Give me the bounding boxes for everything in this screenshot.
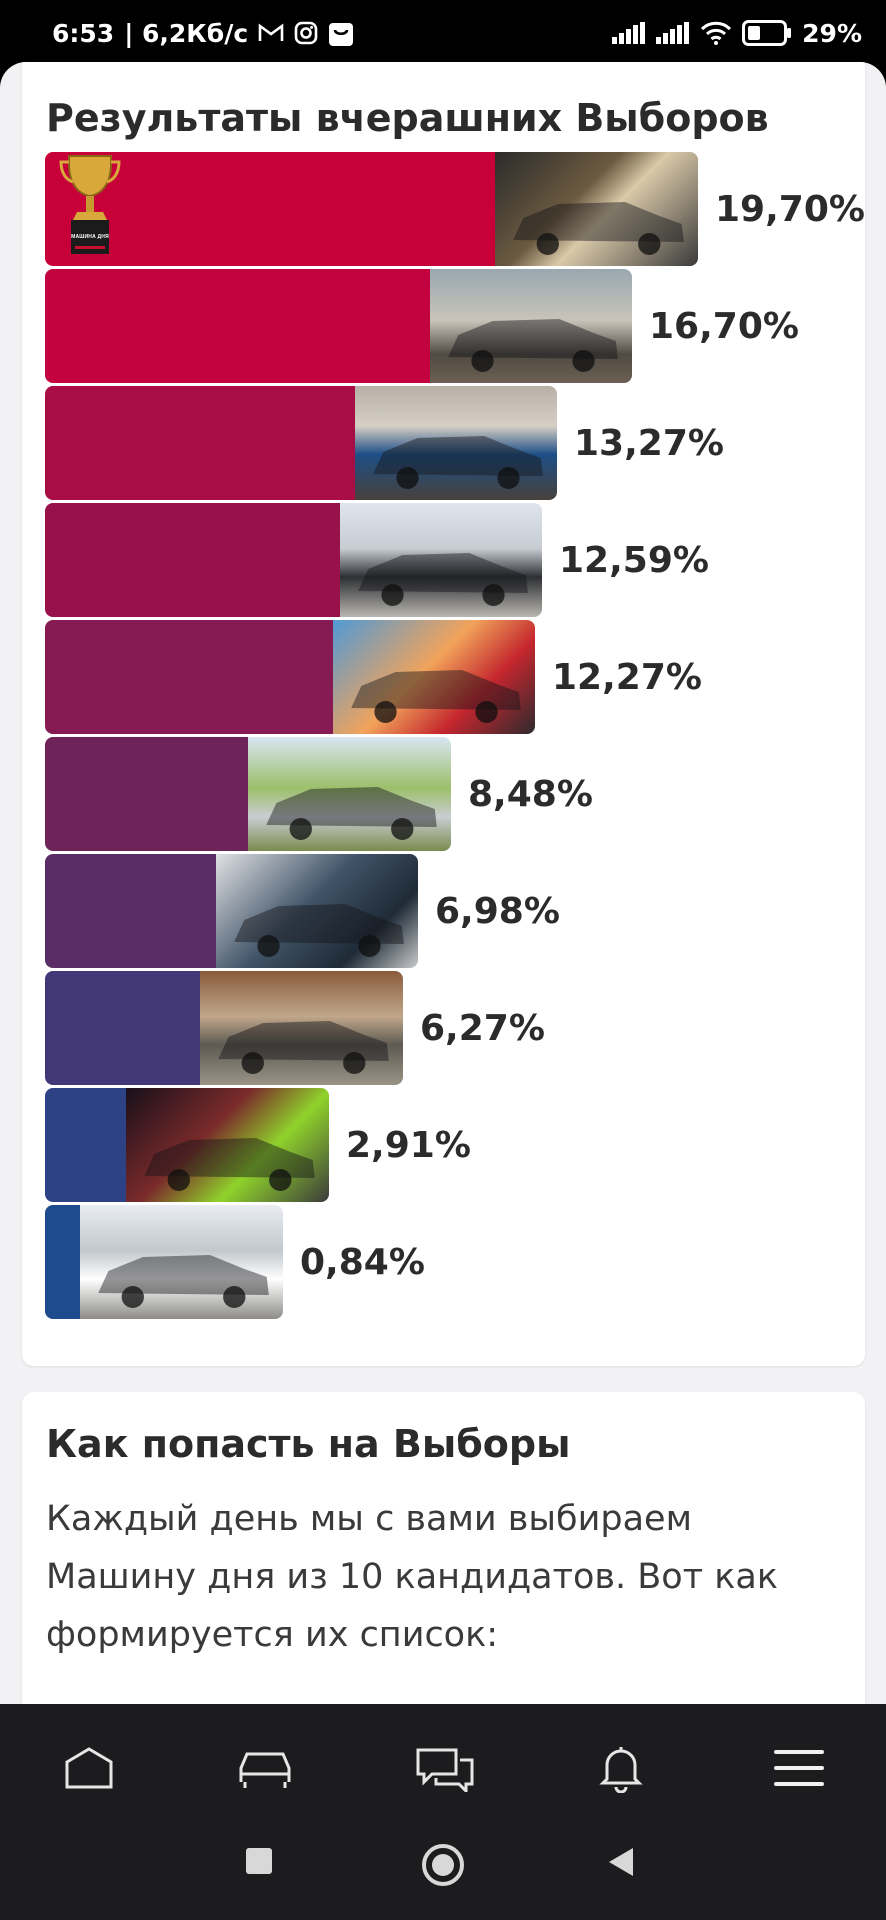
bar-fill bbox=[45, 854, 216, 968]
car-photo bbox=[80, 1205, 283, 1319]
car-icon[interactable] bbox=[232, 1740, 298, 1796]
result-bar[interactable] bbox=[45, 269, 632, 383]
result-row[interactable]: 6,98% bbox=[45, 854, 560, 968]
result-bar[interactable] bbox=[45, 854, 418, 968]
car-silhouette bbox=[234, 904, 404, 957]
status-right: 29% bbox=[612, 19, 862, 48]
battery-level: 29% bbox=[802, 18, 862, 48]
signal-icon bbox=[612, 22, 646, 44]
status-time: 6:53 bbox=[52, 18, 115, 48]
bar-fill bbox=[45, 737, 248, 851]
result-bar[interactable] bbox=[45, 620, 535, 734]
bar-fill bbox=[45, 1205, 80, 1319]
page-content: Результаты вчерашних Выборов МАШИНА ДНЯ 1… bbox=[0, 62, 886, 1704]
result-row[interactable]: 2,91% bbox=[45, 1088, 471, 1202]
result-bar[interactable] bbox=[45, 737, 451, 851]
status-left: 6:53 | 6,2Кб/с bbox=[52, 19, 354, 48]
result-bar[interactable]: МАШИНА ДНЯ bbox=[45, 152, 698, 266]
result-percentage: 6,98% bbox=[435, 890, 560, 932]
bottom-navigation bbox=[0, 1704, 886, 1920]
car-silhouette bbox=[98, 1255, 269, 1308]
result-row[interactable]: МАШИНА ДНЯ 19,70% bbox=[45, 152, 865, 266]
bar-fill bbox=[45, 386, 355, 500]
result-bar[interactable] bbox=[45, 1088, 329, 1202]
battery-icon bbox=[742, 20, 792, 46]
result-bar[interactable] bbox=[45, 503, 542, 617]
results-title: Результаты вчерашних Выборов bbox=[46, 96, 769, 140]
car-silhouette bbox=[351, 670, 521, 723]
car-photo bbox=[216, 854, 418, 968]
car-photo bbox=[430, 269, 632, 383]
info-title: Как попасть на Выборы bbox=[46, 1422, 571, 1466]
back-button[interactable] bbox=[606, 1846, 636, 1878]
result-percentage: 12,27% bbox=[552, 656, 702, 698]
result-bar[interactable] bbox=[45, 386, 557, 500]
result-row[interactable]: 0,84% bbox=[45, 1205, 425, 1319]
result-row[interactable]: 8,48% bbox=[45, 737, 593, 851]
result-percentage: 2,91% bbox=[346, 1124, 471, 1166]
signal-icon bbox=[656, 22, 690, 44]
car-photo bbox=[333, 620, 535, 734]
bar-fill bbox=[45, 503, 340, 617]
bar-fill bbox=[45, 1088, 126, 1202]
result-row[interactable]: 12,27% bbox=[45, 620, 702, 734]
bar-fill bbox=[45, 269, 430, 383]
result-row[interactable]: 12,59% bbox=[45, 503, 709, 617]
menu-icon[interactable] bbox=[766, 1740, 832, 1796]
car-photo bbox=[126, 1088, 329, 1202]
car-silhouette bbox=[144, 1138, 315, 1191]
result-percentage: 8,48% bbox=[468, 773, 593, 815]
result-bar[interactable] bbox=[45, 1205, 283, 1319]
car-silhouette bbox=[218, 1021, 389, 1074]
car-photo bbox=[495, 152, 698, 266]
wifi-icon bbox=[700, 21, 732, 45]
result-percentage: 13,27% bbox=[574, 422, 724, 464]
home-icon[interactable] bbox=[56, 1740, 122, 1796]
status-network-speed: | 6,2Кб/с bbox=[124, 18, 249, 48]
shopping-bag-icon bbox=[328, 19, 354, 47]
car-photo bbox=[248, 737, 451, 851]
car-photo bbox=[355, 386, 557, 500]
car-silhouette bbox=[373, 436, 543, 489]
bar-fill bbox=[45, 620, 333, 734]
result-percentage: 0,84% bbox=[300, 1241, 425, 1283]
result-percentage: 12,59% bbox=[559, 539, 709, 581]
info-card: Как попасть на Выборы Каждый день мы с в… bbox=[22, 1392, 865, 1704]
result-percentage: 19,70% bbox=[715, 188, 865, 230]
car-silhouette bbox=[358, 553, 528, 606]
bar-fill bbox=[45, 971, 200, 1085]
info-text: Каждый день мы с вами выбираем Машину дн… bbox=[46, 1499, 778, 1655]
trophy-icon: МАШИНА ДНЯ bbox=[59, 152, 121, 266]
recents-button[interactable] bbox=[244, 1846, 274, 1876]
car-photo bbox=[340, 503, 542, 617]
result-percentage: 16,70% bbox=[649, 305, 799, 347]
result-bar[interactable] bbox=[45, 971, 403, 1085]
result-row[interactable]: 13,27% bbox=[45, 386, 724, 500]
gmail-icon bbox=[258, 23, 284, 43]
result-row[interactable]: 6,27% bbox=[45, 971, 545, 1085]
result-percentage: 6,27% bbox=[420, 1007, 545, 1049]
car-photo bbox=[200, 971, 403, 1085]
instagram-icon bbox=[294, 21, 318, 45]
chat-icon[interactable] bbox=[412, 1740, 478, 1796]
result-row[interactable]: 16,70% bbox=[45, 269, 799, 383]
car-silhouette bbox=[513, 202, 684, 255]
car-silhouette bbox=[448, 319, 618, 372]
home-button[interactable] bbox=[420, 1842, 466, 1888]
status-bar: 6:53 | 6,2Кб/с 29% bbox=[0, 0, 886, 66]
car-silhouette bbox=[266, 787, 437, 840]
results-card: Результаты вчерашних Выборов МАШИНА ДНЯ 1… bbox=[22, 62, 865, 1366]
bell-icon[interactable] bbox=[588, 1740, 654, 1796]
trophy-caption: МАШИНА ДНЯ bbox=[71, 234, 109, 240]
